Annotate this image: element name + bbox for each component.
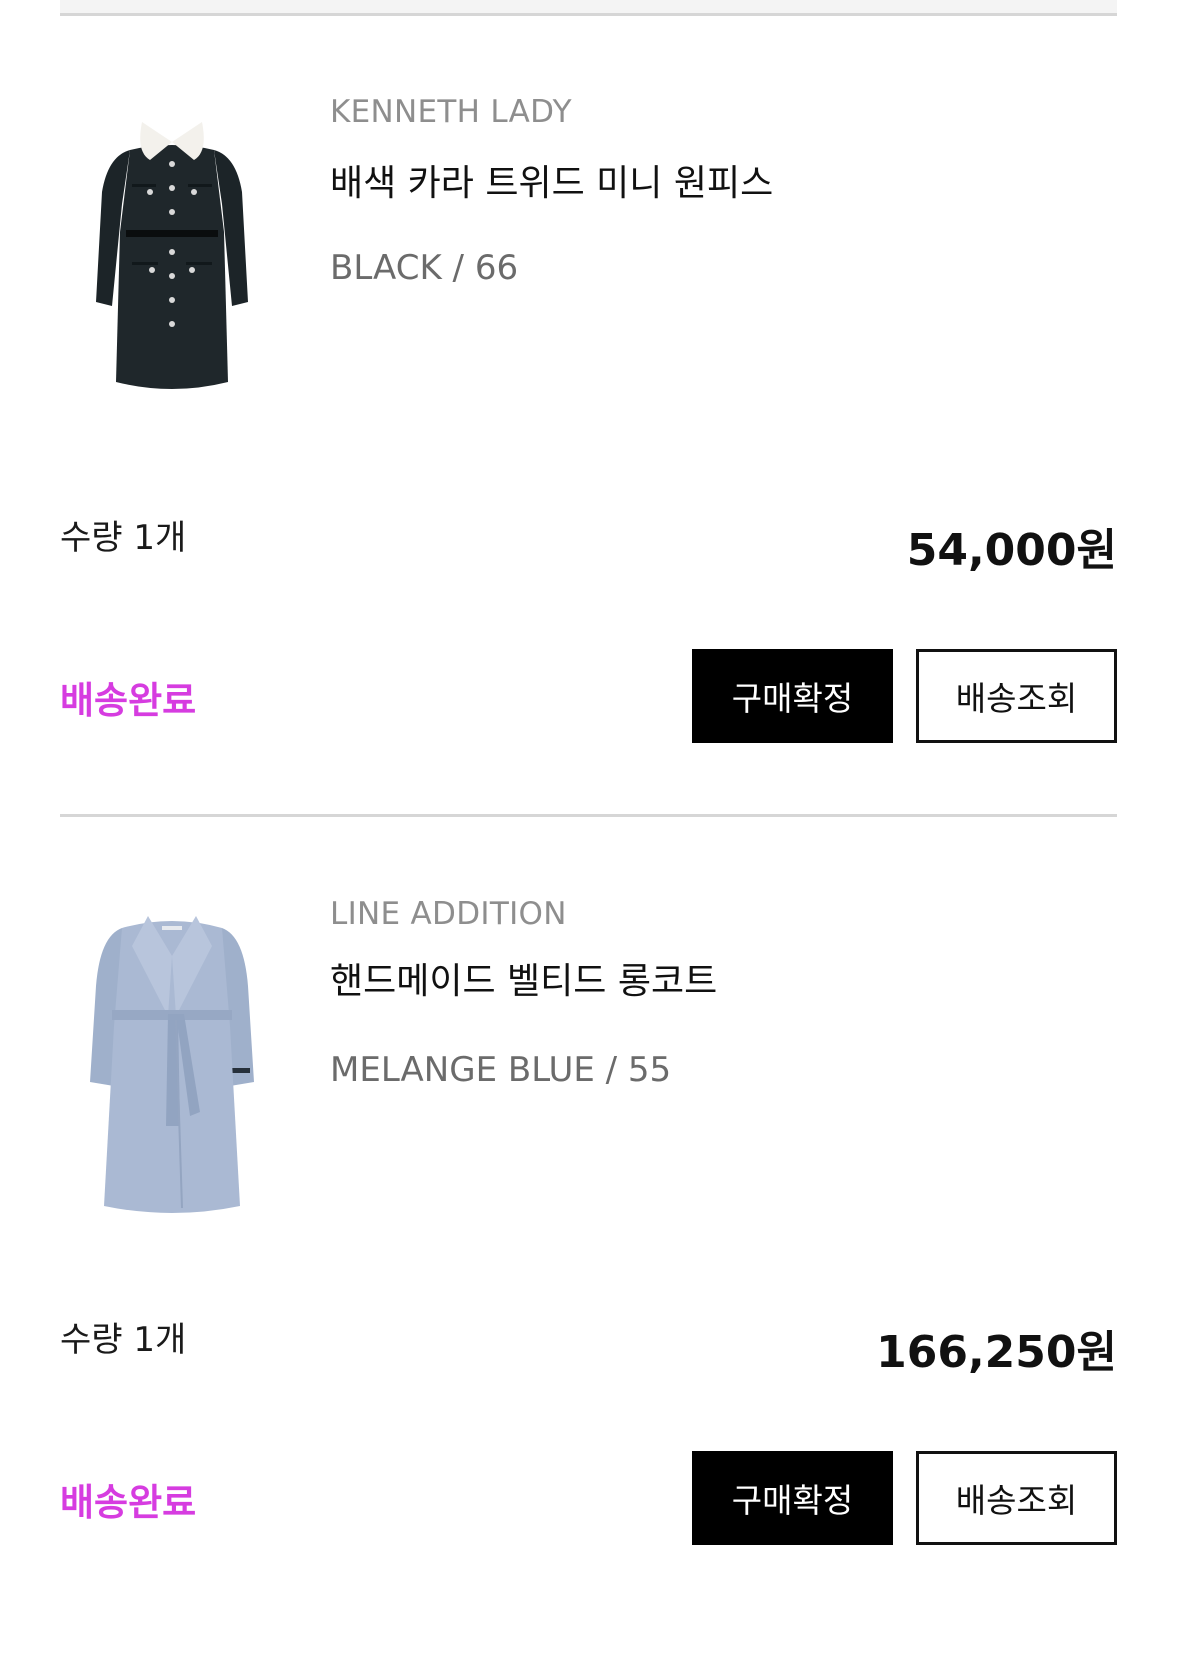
product-option: BLACK / 66 xyxy=(330,248,519,288)
item-divider xyxy=(60,814,1117,817)
brand-name: KENNETH LADY xyxy=(330,94,572,130)
action-row: 구매확정 배송조회 xyxy=(0,1451,1178,1545)
product-option: MELANGE BLUE / 55 xyxy=(330,1050,672,1090)
coat-illustration xyxy=(90,916,254,1213)
belted-coat-image[interactable] xyxy=(72,906,272,1226)
action-row: 구매확정 배송조회 xyxy=(0,649,1178,743)
order-item: LINE ADDITION 핸드메이드 벨티드 롱코트 MELANGE BLUE… xyxy=(0,896,1178,1666)
confirm-purchase-button[interactable]: 구매확정 xyxy=(692,649,893,743)
quantity-label: 수량 1개 xyxy=(60,1320,187,1360)
dress-illustration xyxy=(96,122,248,389)
order-item: KENNETH LADY 배색 카라 트위드 미니 원피스 BLACK / 66… xyxy=(0,94,1178,864)
price-label: 54,000원 xyxy=(906,525,1117,576)
price-label: 166,250원 xyxy=(876,1327,1117,1378)
track-delivery-button[interactable]: 배송조회 xyxy=(916,1451,1117,1545)
brand-name: LINE ADDITION xyxy=(330,896,567,932)
tweed-dress-image[interactable] xyxy=(72,112,272,432)
confirm-purchase-button[interactable]: 구매확정 xyxy=(692,1451,893,1545)
previous-card-edge xyxy=(60,0,1117,14)
product-name[interactable]: 핸드메이드 벨티드 롱코트 xyxy=(330,952,717,1004)
track-delivery-button[interactable]: 배송조회 xyxy=(916,649,1117,743)
top-divider xyxy=(60,13,1117,16)
product-name[interactable]: 배색 카라 트위드 미니 원피스 xyxy=(330,154,773,206)
quantity-label: 수량 1개 xyxy=(60,518,187,558)
